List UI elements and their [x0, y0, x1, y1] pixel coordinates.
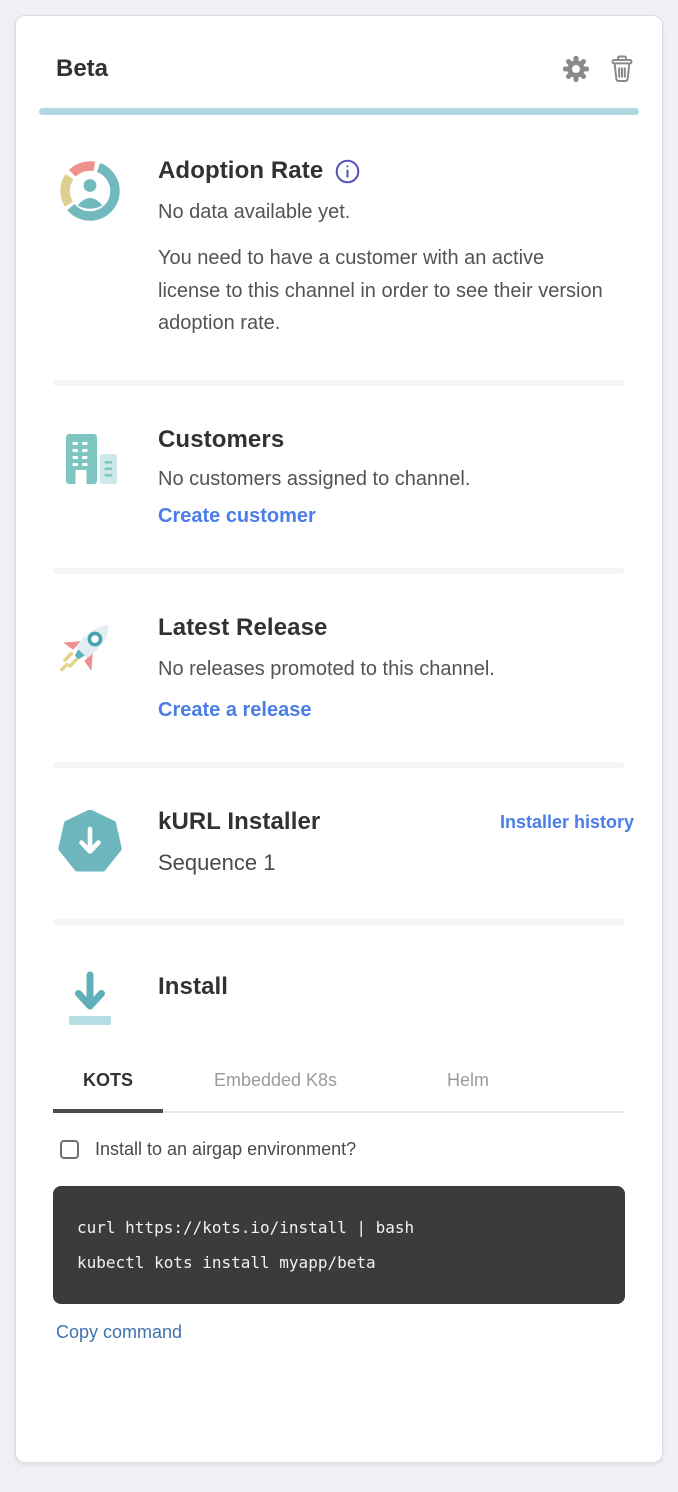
section-divider: [53, 762, 625, 768]
kurl-installer-section: kURL Installer Installer history Sequenc…: [16, 808, 662, 879]
create-release-link[interactable]: Create a release: [158, 699, 311, 722]
tab-embedded-k8s[interactable]: Embedded K8s: [163, 1070, 388, 1113]
header-actions: [560, 52, 638, 86]
adoption-rate-title: Adoption Rate: [158, 157, 323, 185]
command-line: curl https://kots.io/install | bash: [77, 1210, 601, 1245]
install-body: Install: [158, 965, 634, 1036]
installer-sequence: Sequence 1: [158, 850, 634, 876]
command-line: kubectl kots install myapp/beta: [77, 1245, 601, 1280]
tab-kots[interactable]: KOTS: [53, 1070, 163, 1113]
adoption-empty-text: No data available yet.: [158, 201, 634, 224]
customers-empty-text: No customers assigned to channel.: [158, 468, 634, 491]
install-command-block: curl https://kots.io/install | bash kube…: [53, 1186, 625, 1304]
rocket-icon: [58, 614, 122, 722]
channel-card: Beta: [15, 15, 663, 1463]
kurl-installer-title: kURL Installer: [158, 808, 320, 836]
customers-section: Customers No customers assigned to chann…: [16, 426, 662, 528]
customers-title: Customers: [158, 426, 634, 454]
channel-accent-rule: [39, 108, 639, 115]
channel-title: Beta: [56, 55, 108, 83]
kurl-installer-icon: [58, 808, 122, 879]
gear-icon: [562, 71, 590, 86]
install-section: Install: [16, 965, 662, 1036]
adoption-rate-icon: [58, 157, 122, 340]
trash-icon: [608, 72, 636, 87]
section-divider: [53, 380, 625, 386]
adoption-description: You need to have a customer with an acti…: [158, 242, 610, 340]
release-empty-text: No releases promoted to this channel.: [158, 658, 634, 681]
kurl-installer-body: kURL Installer Installer history Sequenc…: [158, 808, 634, 879]
airgap-row: Install to an airgap environment?: [60, 1139, 625, 1160]
create-customer-link[interactable]: Create customer: [158, 505, 316, 528]
section-divider: [53, 568, 625, 574]
info-icon[interactable]: [335, 159, 360, 184]
customers-body: Customers No customers assigned to chann…: [158, 426, 634, 528]
latest-release-body: Latest Release No releases promoted to t…: [158, 614, 634, 722]
section-divider: [53, 919, 625, 925]
install-tabs: KOTS Embedded K8s Helm: [53, 1070, 625, 1113]
tab-helm[interactable]: Helm: [388, 1070, 548, 1113]
delete-channel-button[interactable]: [606, 52, 638, 86]
adoption-rate-body: Adoption Rate No data available yet. You…: [158, 157, 634, 340]
latest-release-section: Latest Release No releases promoted to t…: [16, 614, 662, 722]
airgap-label[interactable]: Install to an airgap environment?: [95, 1139, 356, 1160]
installer-history-link[interactable]: Installer history: [500, 812, 634, 833]
install-title: Install: [158, 973, 634, 1001]
customers-icon: [58, 426, 122, 528]
adoption-rate-section: Adoption Rate No data available yet. You…: [16, 157, 662, 340]
install-download-icon: [58, 965, 122, 1036]
card-header: Beta: [16, 52, 662, 86]
settings-button[interactable]: [560, 53, 592, 85]
copy-command-link[interactable]: Copy command: [56, 1322, 662, 1343]
airgap-checkbox[interactable]: [60, 1140, 79, 1159]
latest-release-title: Latest Release: [158, 614, 634, 642]
